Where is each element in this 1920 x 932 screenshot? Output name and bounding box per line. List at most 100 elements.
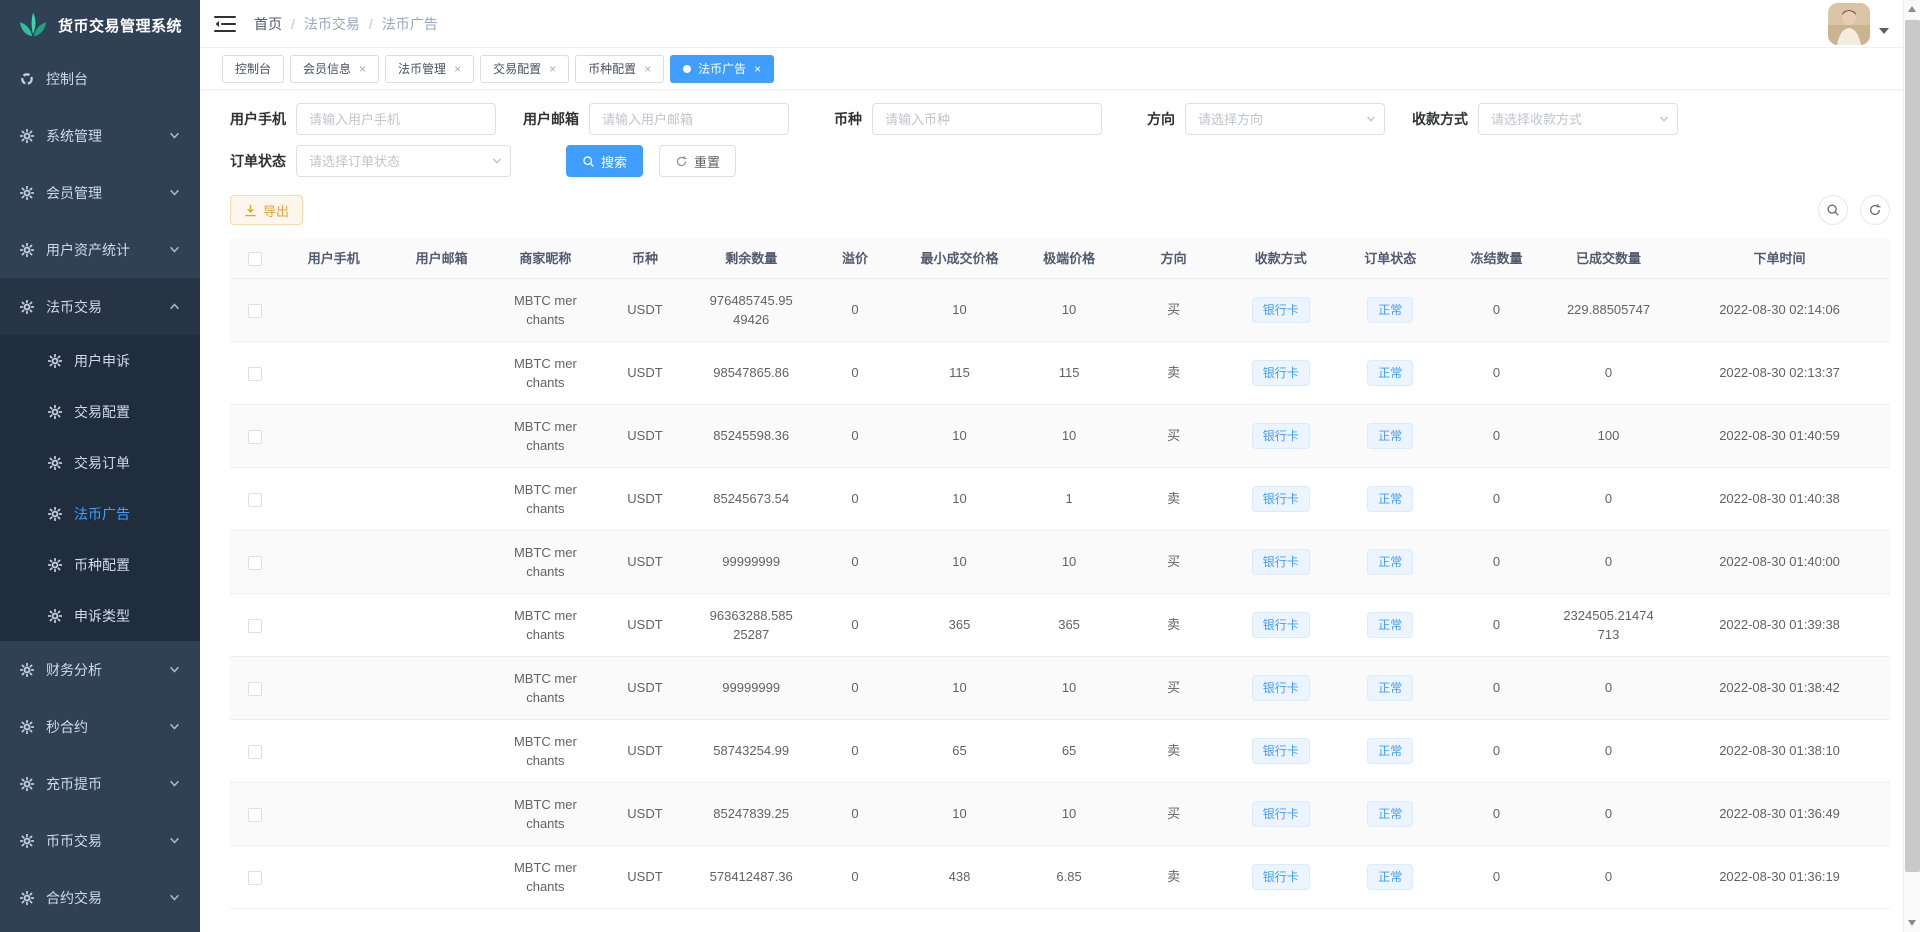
- status-badge[interactable]: 正常: [1367, 486, 1413, 512]
- sidebar-subitem-trade-config[interactable]: 交易配置: [0, 386, 200, 437]
- sidebar-subitem-fiat-ads[interactable]: 法币广告: [0, 488, 200, 539]
- row-checkbox[interactable]: [248, 871, 262, 885]
- sidebar-item-finance-analysis[interactable]: 财务分析: [0, 641, 200, 698]
- phone-label: 用户手机: [230, 109, 286, 129]
- avatar[interactable]: [1828, 3, 1870, 45]
- cell-premium: 0: [808, 593, 903, 656]
- email-input[interactable]: [589, 103, 789, 135]
- pay-method-badge[interactable]: 银行卡: [1252, 675, 1310, 701]
- refresh-table-button[interactable]: [1860, 195, 1890, 225]
- status-badge[interactable]: 正常: [1367, 297, 1413, 323]
- pay-method-badge[interactable]: 银行卡: [1252, 423, 1310, 449]
- toggle-search-button[interactable]: [1818, 195, 1848, 225]
- cell-frozen: 0: [1445, 782, 1548, 845]
- close-icon[interactable]: ×: [549, 63, 556, 75]
- status-badge[interactable]: 正常: [1367, 738, 1413, 764]
- search-button[interactable]: 搜索: [566, 145, 643, 177]
- status-badge[interactable]: 正常: [1367, 675, 1413, 701]
- cell-direction: 买: [1121, 656, 1226, 719]
- pay-method-badge[interactable]: 银行卡: [1252, 360, 1310, 386]
- chevron-down-icon: [169, 721, 180, 732]
- status-badge[interactable]: 正常: [1367, 423, 1413, 449]
- currency-input[interactable]: [872, 103, 1102, 135]
- pay-method-badge[interactable]: 银行卡: [1252, 738, 1310, 764]
- status-badge[interactable]: 正常: [1367, 801, 1413, 827]
- row-checkbox[interactable]: [248, 808, 262, 822]
- sidebar-item-user-assets-stats[interactable]: 用户资产统计: [0, 221, 200, 278]
- sidebar-item-deposit-withdraw[interactable]: 充币提币: [0, 755, 200, 812]
- sidebar-item-contract-trade[interactable]: 合约交易: [0, 869, 200, 926]
- tab-trade-config[interactable]: 交易配置×: [480, 55, 569, 83]
- tab-fiat-mgmt[interactable]: 法币管理×: [385, 55, 474, 83]
- cell-email: [388, 341, 496, 404]
- scrollbar-thumb[interactable]: [1905, 20, 1920, 872]
- table-row: MBTC merchantsUSDT58743254.9906565卖银行卡正常…: [230, 719, 1890, 782]
- cell-frozen: 0: [1445, 593, 1548, 656]
- select-all-checkbox[interactable]: [248, 252, 262, 266]
- sidebar-item-clipped-item[interactable]: [0, 926, 200, 932]
- status-badge[interactable]: 正常: [1367, 549, 1413, 575]
- row-checkbox[interactable]: [248, 430, 262, 444]
- close-icon[interactable]: ×: [644, 63, 651, 75]
- sidebar-item-console[interactable]: 控制台: [0, 50, 200, 107]
- scroll-up-icon[interactable]: [1908, 6, 1916, 12]
- sidebar-subitem-trade-orders[interactable]: 交易订单: [0, 437, 200, 488]
- pay-method-badge[interactable]: 银行卡: [1252, 864, 1310, 890]
- sidebar-item-coin-trade[interactable]: 币币交易: [0, 812, 200, 869]
- direction-select[interactable]: [1185, 103, 1385, 135]
- sidebar-subitem-appeal-type[interactable]: 申诉类型: [0, 590, 200, 641]
- active-tab-dot: [683, 65, 691, 73]
- sidebar-item-label: 币币交易: [46, 831, 102, 851]
- row-checkbox[interactable]: [248, 682, 262, 696]
- close-icon[interactable]: ×: [359, 63, 366, 75]
- status-badge[interactable]: 正常: [1367, 360, 1413, 386]
- tab-currency-config[interactable]: 币种配置×: [575, 55, 664, 83]
- export-button[interactable]: 导出: [230, 195, 303, 225]
- search-icon: [582, 155, 595, 168]
- pay-method-badge[interactable]: 银行卡: [1252, 486, 1310, 512]
- sidebar-item-second-contract[interactable]: 秒合约: [0, 698, 200, 755]
- collapse-menu-icon[interactable]: [214, 14, 236, 34]
- pay-method-badge[interactable]: 银行卡: [1252, 297, 1310, 323]
- tab-fiat-ads[interactable]: 法币广告×: [670, 55, 774, 83]
- cell-frozen: 0: [1445, 341, 1548, 404]
- tab-console[interactable]: 控制台: [222, 55, 284, 83]
- sidebar-item-fiat-trade[interactable]: 法币交易: [0, 278, 200, 335]
- cell-email: [388, 404, 496, 467]
- filter-row-2: 订单状态 搜索 重置: [230, 145, 1890, 177]
- breadcrumb-fiat-trade[interactable]: 法币交易: [304, 14, 360, 34]
- breadcrumb-home[interactable]: 首页: [254, 14, 282, 34]
- tab-member-info[interactable]: 会员信息×: [290, 55, 379, 83]
- row-checkbox[interactable]: [248, 556, 262, 570]
- row-checkbox[interactable]: [248, 367, 262, 381]
- pay-method-badge[interactable]: 银行卡: [1252, 549, 1310, 575]
- order-status-select[interactable]: [296, 145, 511, 177]
- sidebar-subitem-currency-config[interactable]: 币种配置: [0, 539, 200, 590]
- scroll-down-icon[interactable]: [1908, 920, 1916, 926]
- pay-method-select[interactable]: [1478, 103, 1678, 135]
- row-checkbox[interactable]: [248, 493, 262, 507]
- cell-extreme_price: 10: [1017, 530, 1122, 593]
- close-icon[interactable]: ×: [454, 63, 461, 75]
- close-icon[interactable]: ×: [754, 63, 761, 75]
- reset-button[interactable]: 重置: [659, 145, 736, 177]
- status-badge[interactable]: 正常: [1367, 612, 1413, 638]
- sidebar-item-member-mgmt[interactable]: 会员管理: [0, 164, 200, 221]
- gear-icon: [20, 720, 34, 734]
- pay-method-badge[interactable]: 银行卡: [1252, 801, 1310, 827]
- phone-input[interactable]: [296, 103, 496, 135]
- cell-pay_method: 银行卡: [1226, 467, 1336, 530]
- status-badge[interactable]: 正常: [1367, 864, 1413, 890]
- currency-label: 币种: [834, 109, 862, 129]
- cell-pay_method: 银行卡: [1226, 782, 1336, 845]
- user-menu-caret-icon[interactable]: [1879, 28, 1889, 34]
- row-checkbox[interactable]: [248, 304, 262, 318]
- sidebar-item-label: 控制台: [46, 69, 88, 89]
- sidebar-item-system-mgmt[interactable]: 系统管理: [0, 107, 200, 164]
- pay-method-badge[interactable]: 银行卡: [1252, 612, 1310, 638]
- sidebar-subitem-user-appeal[interactable]: 用户申诉: [0, 335, 200, 386]
- cell-time: 2022-08-30 01:40:38: [1669, 467, 1890, 530]
- row-checkbox[interactable]: [248, 745, 262, 759]
- vertical-scrollbar[interactable]: [1903, 0, 1920, 932]
- row-checkbox[interactable]: [248, 619, 262, 633]
